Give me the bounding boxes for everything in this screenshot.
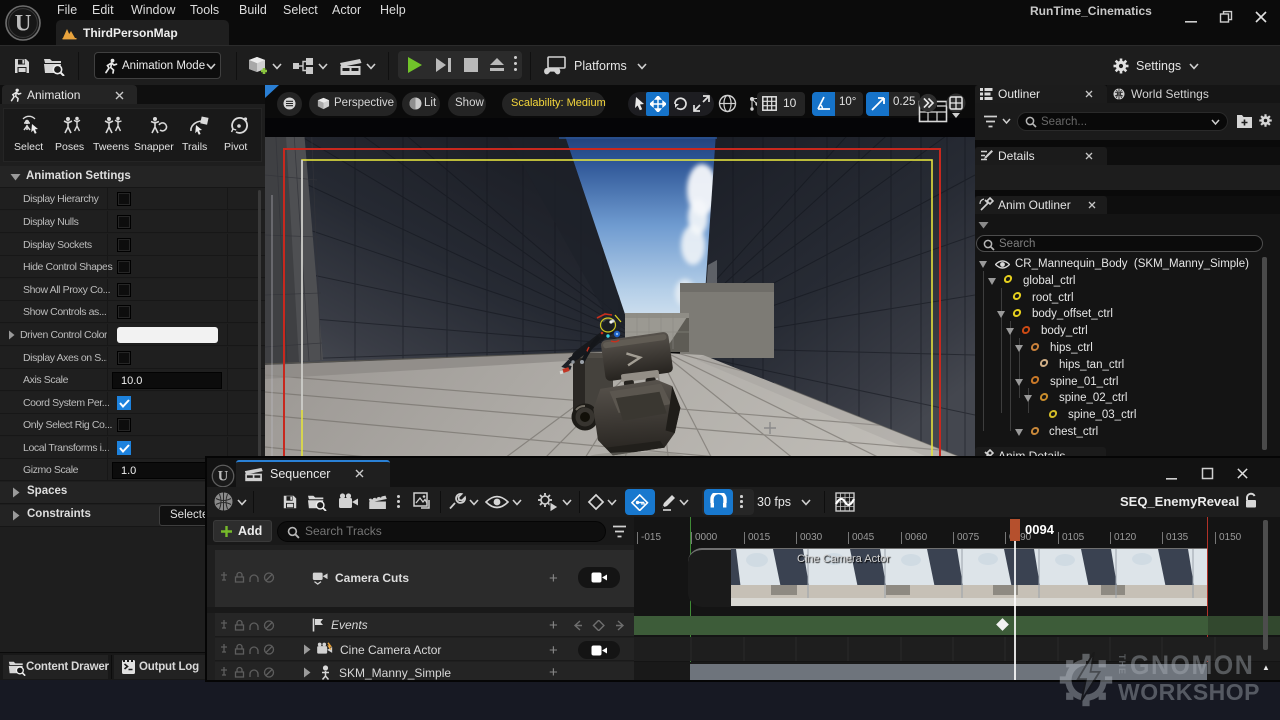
svg-text:U: U [15, 11, 32, 36]
svg-text:U: U [218, 469, 229, 485]
